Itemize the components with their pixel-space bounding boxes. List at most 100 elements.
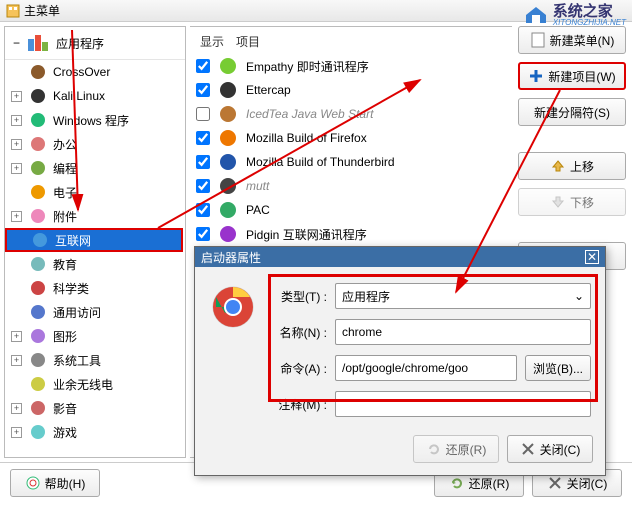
col-show: 显示 [200, 33, 224, 50]
watermark-icon [523, 2, 549, 28]
expand-icon[interactable]: + [11, 427, 22, 438]
show-checkbox[interactable] [196, 155, 210, 169]
tree-item-1[interactable]: +Kali Linux [29, 84, 185, 108]
tree-item-5[interactable]: 电子 [29, 180, 185, 204]
tree-item-label: 系统工具 [53, 352, 101, 369]
show-checkbox[interactable] [196, 107, 210, 121]
category-icon [29, 399, 47, 417]
help-icon [25, 475, 41, 491]
tree-root-label: 应用程序 [56, 35, 104, 52]
app-label: IcedTea Java Web Start [246, 107, 373, 121]
help-label: 帮助(H) [45, 475, 86, 492]
help-button[interactable]: 帮助(H) [10, 469, 100, 497]
tree-item-label: Windows 程序 [53, 112, 129, 129]
show-checkbox[interactable] [196, 83, 210, 97]
show-checkbox[interactable] [196, 179, 210, 193]
app-item[interactable]: Ettercap [196, 78, 506, 102]
plus-icon [528, 68, 544, 84]
category-icon [29, 135, 47, 153]
app-item[interactable]: IcedTea Java Web Start [196, 102, 506, 126]
cmd-label: 命令(A) : [269, 360, 327, 377]
file-icon [530, 32, 546, 48]
expand-icon[interactable]: + [11, 139, 22, 150]
tree-item-12[interactable]: +系统工具 [29, 348, 185, 372]
browse-button[interactable]: 浏览(B)... [525, 355, 591, 381]
dialog-revert-button[interactable]: 还原(R) [413, 435, 499, 463]
comment-input[interactable] [335, 391, 591, 417]
app-item[interactable]: Mozilla Build of Thunderbird [196, 150, 506, 174]
category-tree[interactable]: − 应用程序 CrossOver+Kali Linux+Windows 程序+办… [4, 26, 186, 458]
expand-icon[interactable]: + [11, 403, 22, 414]
new-sep-button[interactable]: 新建分隔符(S) [518, 98, 626, 126]
comment-label: 注释(M) : [269, 396, 327, 413]
new-item-button[interactable]: 新建项目(W) [518, 62, 626, 90]
app-item[interactable]: mutt [196, 174, 506, 198]
category-icon [29, 87, 47, 105]
tree-item-label: 游戏 [53, 424, 77, 441]
tree-item-8[interactable]: 教育 [29, 252, 185, 276]
tree-item-11[interactable]: +图形 [29, 324, 185, 348]
expand-icon[interactable]: + [11, 163, 22, 174]
name-input[interactable] [335, 319, 591, 345]
category-icon [31, 231, 49, 249]
category-icon [29, 423, 47, 441]
tree-item-13[interactable]: 业余无线电 [29, 372, 185, 396]
app-item[interactable]: PAC [196, 198, 506, 222]
show-checkbox[interactable] [196, 59, 210, 73]
tree-item-4[interactable]: +编程 [29, 156, 185, 180]
tree-item-2[interactable]: +Windows 程序 [29, 108, 185, 132]
app-icon [218, 224, 238, 244]
tree-item-10[interactable]: 通用访问 [29, 300, 185, 324]
col-item: 项目 [236, 33, 260, 50]
tree-item-0[interactable]: CrossOver [29, 60, 185, 84]
move-up-button[interactable]: 上移 [518, 152, 626, 180]
category-icon [29, 351, 47, 369]
app-icon [218, 104, 238, 124]
dlg-close-label: 关闭(C) [540, 441, 581, 458]
show-checkbox[interactable] [196, 227, 210, 241]
down-label: 下移 [570, 194, 594, 211]
app-label: mutt [246, 179, 269, 193]
dialog-close-button[interactable]: 关闭(C) [507, 435, 593, 463]
tree-item-14[interactable]: +影音 [29, 396, 185, 420]
expand-icon[interactable]: + [11, 211, 22, 222]
dialog-close-icon[interactable]: ✕ [585, 250, 599, 264]
app-icon [218, 80, 238, 100]
expand-icon[interactable]: + [11, 331, 22, 342]
tree-root[interactable]: − 应用程序 [5, 27, 185, 60]
tree-item-9[interactable]: 科学类 [29, 276, 185, 300]
chrome-icon[interactable] [209, 283, 257, 331]
restore-icon [449, 475, 465, 491]
category-icon [29, 159, 47, 177]
expand-icon[interactable]: − [13, 36, 20, 50]
revert-label: 还原(R) [446, 441, 487, 458]
app-icon [218, 128, 238, 148]
tree-item-7[interactable]: +互联网 [5, 228, 183, 252]
tree-item-6[interactable]: +附件 [29, 204, 185, 228]
app-item[interactable]: Mozilla Build of Firefox [196, 126, 506, 150]
new-menu-button[interactable]: 新建菜单(N) [518, 26, 626, 54]
app-item[interactable]: Empathy 即时通讯程序 [196, 54, 506, 78]
tree-item-label: 影音 [53, 400, 77, 417]
launcher-properties-dialog: 启动器属性 ✕ 类型(T) : 应用程序⌄ 名称(N) : 命令(A) : 浏览… [194, 246, 606, 476]
show-checkbox[interactable] [196, 131, 210, 145]
move-down-button[interactable]: 下移 [518, 188, 626, 216]
cmd-input[interactable] [335, 355, 517, 381]
tree-item-label: 科学类 [53, 280, 89, 297]
chevron-down-icon: ⌄ [574, 289, 584, 303]
expand-icon[interactable]: + [11, 355, 22, 366]
type-select[interactable]: 应用程序⌄ [335, 283, 591, 309]
down-icon [550, 194, 566, 210]
app-item[interactable]: Pidgin 互联网通讯程序 [196, 222, 506, 246]
app-icon [218, 56, 238, 76]
tree-item-label: 编程 [53, 160, 77, 177]
tree-item-label: 互联网 [55, 232, 91, 249]
category-icon [29, 183, 47, 201]
tree-item-3[interactable]: +办公 [29, 132, 185, 156]
show-checkbox[interactable] [196, 203, 210, 217]
tree-item-15[interactable]: +游戏 [29, 420, 185, 444]
app-label: PAC [246, 203, 270, 217]
expand-icon[interactable]: + [11, 115, 22, 126]
expand-icon[interactable]: + [11, 91, 22, 102]
app-label: Empathy 即时通讯程序 [246, 58, 369, 75]
